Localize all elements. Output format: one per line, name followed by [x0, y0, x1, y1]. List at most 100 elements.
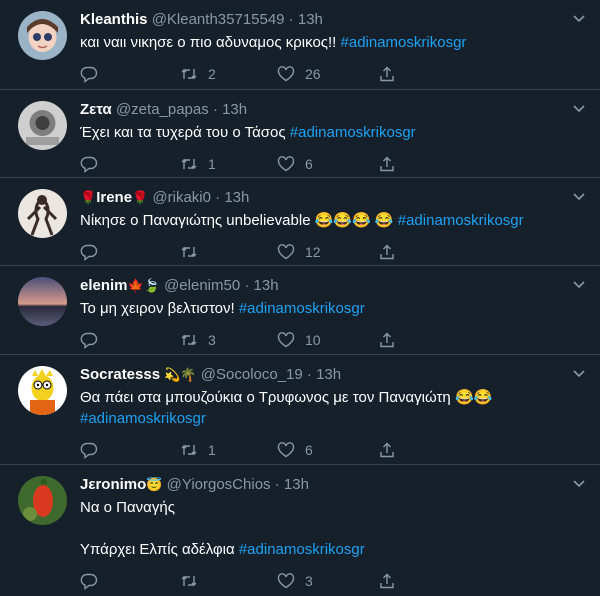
display-name[interactable]: Ζετα: [80, 101, 112, 118]
timestamp[interactable]: 13h: [222, 101, 247, 118]
retweet-icon: [181, 247, 197, 257]
tweet[interactable]: Socratesss 💫🌴 @Socoloco_19 · 13h Θα πάει…: [0, 355, 600, 465]
like-icon: [277, 66, 295, 82]
reply-button[interactable]: [80, 572, 180, 590]
tweet-text-content: Το μη χειρον βελτιστον!: [80, 300, 239, 317]
tweet-actions: 3 10: [80, 325, 584, 355]
timestamp[interactable]: 13h: [224, 189, 249, 206]
timestamp[interactable]: 13h: [284, 476, 309, 493]
avatar[interactable]: [18, 189, 67, 238]
hashtag-link[interactable]: #adinamoskrikosgr: [80, 410, 206, 427]
avatar[interactable]: [18, 277, 67, 326]
display-name[interactable]: elenim: [80, 277, 128, 294]
tweet-actions: 1 6: [80, 149, 584, 179]
user-handle[interactable]: @rikaki0: [152, 189, 211, 206]
like-icon: [277, 332, 295, 348]
user-handle[interactable]: @YiorgosChios: [167, 476, 271, 493]
caret-down-icon[interactable]: [572, 477, 586, 491]
user-handle[interactable]: @Socoloco_19: [201, 366, 303, 383]
tweet-text-content: Έχει και τα τυχερά του ο Τάσος: [80, 124, 290, 141]
timestamp[interactable]: 13h: [316, 366, 341, 383]
share-button[interactable]: [378, 65, 396, 83]
tweet[interactable]: Ζετα @zeta_papas · 13h Έχει και τα τυχερ…: [0, 90, 600, 178]
tweet[interactable]: 🌹Irene🌹 @rikaki0 · 13h Νίκησε ο Παναγιώτ…: [0, 178, 600, 266]
tweet-text-content: Νίκησε ο Παναγιώτης unbelievable 😂😂😂 😂: [80, 212, 398, 229]
caret-down-icon[interactable]: [572, 278, 586, 292]
caret-down-icon[interactable]: [572, 12, 586, 26]
timestamp[interactable]: 13h: [254, 277, 279, 294]
reply-button[interactable]: [80, 243, 180, 261]
reply-button[interactable]: [80, 155, 180, 173]
share-icon: [380, 573, 394, 589]
name-emoji: 😇: [146, 477, 163, 492]
hashtag-link[interactable]: #adinamoskrikosgr: [398, 212, 524, 229]
tweet[interactable]: Jεronimo😇 @YiorgosChios · 13h Να ο Παναγ…: [0, 465, 600, 596]
hashtag-link[interactable]: #adinamoskrikosgr: [341, 34, 467, 51]
retweet-icon: [181, 69, 197, 79]
share-button[interactable]: [378, 441, 396, 459]
like-button[interactable]: 12: [277, 243, 378, 261]
display-name[interactable]: Kleanthis: [80, 11, 148, 28]
share-button[interactable]: [378, 155, 396, 173]
retweet-button[interactable]: 1: [180, 155, 277, 173]
hashtag-link[interactable]: #adinamoskrikosgr: [290, 124, 416, 141]
like-button[interactable]: 26: [277, 65, 378, 83]
reply-button[interactable]: [80, 65, 180, 83]
reply-icon: [80, 573, 98, 590]
retweet-button[interactable]: [180, 243, 277, 261]
like-button[interactable]: 6: [277, 155, 378, 173]
retweet-button[interactable]: 3: [180, 331, 277, 349]
like-icon: [277, 442, 295, 458]
share-button[interactable]: [378, 572, 396, 590]
reply-button[interactable]: [80, 441, 180, 459]
name-emoji: 🌹: [80, 190, 97, 205]
like-button[interactable]: 10: [277, 331, 378, 349]
share-icon: [380, 244, 394, 260]
share-icon: [380, 66, 394, 82]
retweet-icon: [181, 445, 197, 455]
share-button[interactable]: [378, 331, 396, 349]
tweet-text: Να ο Παναγής Υπάρχει Ελπίς αδέλφια #adin…: [80, 497, 584, 560]
like-icon: [277, 244, 295, 260]
hashtag-link[interactable]: #adinamoskrikosgr: [239, 300, 365, 317]
retweet-count: 3: [208, 332, 216, 348]
share-icon: [380, 332, 394, 348]
retweet-button[interactable]: [180, 572, 277, 590]
tweet[interactable]: Kleanthis @Kleanth35715549 · 13h και ναι…: [0, 0, 600, 90]
avatar[interactable]: [18, 101, 67, 150]
display-name[interactable]: Socratesss: [80, 366, 160, 383]
like-count: 3: [305, 573, 313, 589]
display-name[interactable]: Jεronimo: [80, 476, 146, 493]
name-emoji: 🍁🍃: [127, 278, 160, 293]
user-handle[interactable]: @elenim50: [164, 277, 240, 294]
avatar[interactable]: [18, 11, 67, 60]
caret-down-icon[interactable]: [572, 102, 586, 116]
tweet-actions: 3: [80, 566, 584, 596]
display-name[interactable]: Irene: [96, 189, 132, 206]
user-handle[interactable]: @Kleanth35715549: [152, 11, 285, 28]
like-button[interactable]: 3: [277, 572, 378, 590]
reply-icon: [80, 442, 98, 459]
like-button[interactable]: 6: [277, 441, 378, 459]
tweet-actions: 12: [80, 237, 584, 267]
hashtag-link[interactable]: #adinamoskrikosgr: [239, 541, 365, 558]
tweet-header: Jεronimo😇 @YiorgosChios · 13h: [80, 475, 584, 495]
caret-down-icon[interactable]: [572, 190, 586, 204]
avatar[interactable]: [18, 476, 67, 525]
share-button[interactable]: [378, 243, 396, 261]
reply-button[interactable]: [80, 331, 180, 349]
tweet-text: Θα πάει στα μπουζούκια ο Τρυφωνος με τον…: [80, 387, 584, 429]
like-count: 6: [305, 156, 313, 172]
retweet-button[interactable]: 1: [180, 441, 277, 459]
share-icon: [380, 156, 394, 172]
user-handle[interactable]: @zeta_papas: [116, 101, 209, 118]
reply-icon: [80, 332, 98, 349]
timestamp[interactable]: 13h: [298, 11, 323, 28]
like-count: 10: [305, 332, 321, 348]
separator-dot: ·: [274, 476, 280, 493]
tweet[interactable]: elenim🍁🍃 @elenim50 · 13h Το μη χειρον βε…: [0, 266, 600, 355]
retweet-button[interactable]: 2: [180, 65, 277, 83]
tweet-text-content: Θα πάει στα μπουζούκια ο Τρυφωνος με τον…: [80, 389, 493, 406]
avatar[interactable]: [18, 366, 67, 415]
caret-down-icon[interactable]: [572, 367, 586, 381]
